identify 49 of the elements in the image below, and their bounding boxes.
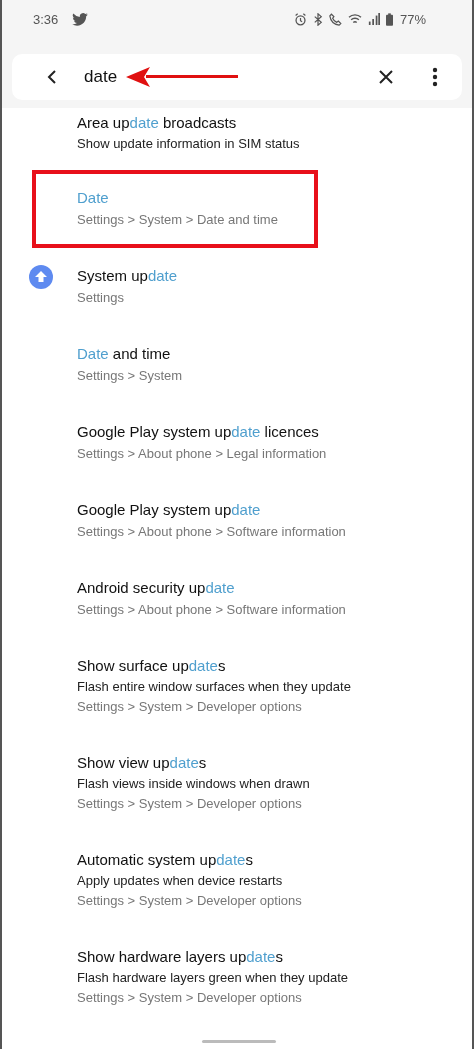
result-description: Flash views inside windows when drawn — [77, 775, 310, 793]
result-title: Google Play system update licences — [77, 422, 320, 442]
result-path: Settings > About phone > Software information — [77, 601, 346, 619]
result-description: Apply updates when device restarts — [77, 872, 284, 890]
result-path: Settings > System > Date and time — [77, 211, 278, 229]
search-result[interactable]: Android security update Settings > About phone > Software information — [2, 560, 472, 638]
result-path: Settings > System > Developer options — [77, 795, 303, 813]
result-title: Automatic system updates — [77, 850, 254, 870]
result-title: Date and time — [77, 344, 172, 364]
result-title: Android security update — [77, 578, 236, 598]
result-path: Settings > System > Developer options — [77, 698, 303, 716]
result-path: Settings > System > Developer options — [77, 892, 302, 910]
search-result[interactable]: Show view updates Flash views inside windows when drawn Settings > System > Developer options — [2, 735, 472, 832]
result-description: Show update information in SIM status — [77, 135, 300, 153]
more-icon — [432, 67, 438, 87]
search-result[interactable]: Google Play system update Settings > About phone > Software information — [2, 482, 472, 560]
result-path: Settings > About phone > Legal information — [77, 445, 327, 463]
result-path: Settings — [77, 289, 125, 307]
result-path: Settings > System > Developer options — [77, 989, 303, 1007]
search-result[interactable]: Area update broadcasts Show update information in SIM status — [2, 108, 472, 170]
search-result[interactable]: Google Play system update licences Settings > About phone > Legal information — [2, 404, 472, 482]
close-icon — [378, 69, 394, 85]
signal-icon — [367, 13, 380, 25]
result-path: Settings > About phone > Software information — [77, 523, 346, 541]
result-title: Google Play system update — [77, 500, 262, 520]
bluetooth-icon — [312, 12, 323, 26]
search-result[interactable]: Show surface updates Flash entire window surfaces when they update Settings > System > Developer options — [2, 638, 472, 735]
result-path: Settings > System — [77, 367, 183, 385]
result-title: Show surface updates — [77, 656, 227, 676]
search-result[interactable]: System update Settings — [2, 248, 472, 326]
result-title: System update — [77, 266, 178, 286]
status-time: 3:36 — [33, 11, 59, 27]
phone-icon — [328, 12, 342, 26]
wifi-icon — [347, 13, 362, 25]
search-result[interactable]: Automatic system updates Apply updates when device restarts Settings > System > Developer options — [2, 832, 472, 929]
bird-icon — [72, 12, 89, 26]
battery-level: 77% — [399, 11, 426, 27]
result-title: Area update broadcasts — [77, 113, 238, 133]
battery-icon — [385, 12, 393, 26]
alarm-icon — [293, 12, 307, 26]
result-description: Flash hardware layers green when they update — [77, 969, 348, 987]
result-title: Date — [77, 188, 110, 208]
result-title: Show view updates — [77, 753, 208, 773]
search-result[interactable]: Show hardware layers updates Flash hardware layers green when they update Settings > System > Developer options — [2, 929, 472, 1026]
search-result[interactable]: Date and time Settings > System — [2, 326, 472, 404]
result-description: Flash entire window surfaces when they update — [77, 678, 351, 696]
result-title: Show hardware layers updates — [77, 947, 284, 967]
search-field[interactable]: date — [84, 67, 124, 87]
search-result[interactable]: Date Settings > System > Date and time — [32, 170, 318, 248]
